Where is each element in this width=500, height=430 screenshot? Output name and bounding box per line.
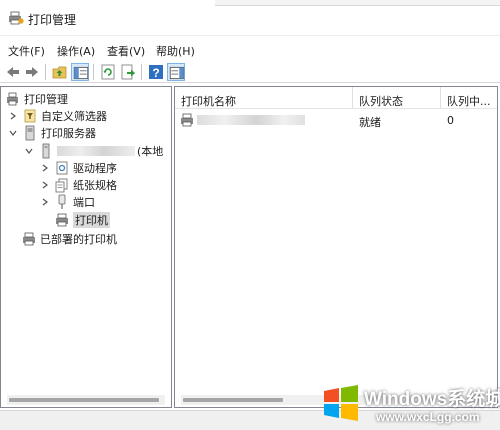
tree-item-label: 纸张规格: [73, 178, 117, 192]
export-icon[interactable]: [119, 63, 137, 81]
chevron-right-icon[interactable]: [39, 162, 51, 174]
column-header-queue-status[interactable]: 队列状态: [353, 87, 441, 109]
menu-action[interactable]: 操作(A): [55, 42, 97, 60]
menu-bar: 文件(F) 操作(A) 查看(V) 帮助(H): [0, 40, 500, 60]
tree-item-printers[interactable]: 打印机: [54, 211, 110, 228]
tree-item-custom-filters[interactable]: 自定义筛选器: [7, 107, 107, 124]
toolbar-separator: [141, 64, 142, 80]
forward-icon[interactable]: [23, 63, 41, 81]
local-server-suffix: (本地: [137, 144, 164, 158]
chevron-right-icon[interactable]: [7, 110, 19, 122]
tree-item-label: 已部署的打印机: [40, 232, 117, 246]
tree-item-root[interactable]: 打印管理: [5, 90, 68, 107]
tree-item-deployed-printers[interactable]: 已部署的打印机: [21, 230, 117, 247]
windows-logo-icon: [322, 384, 360, 422]
background-window-edge: [215, 0, 500, 6]
queue-status-cell: 就绪: [359, 116, 381, 129]
tree-item-label: 打印机: [73, 211, 110, 228]
watermark-brand: Windows系统城: [364, 389, 500, 410]
printer-icon: [54, 212, 70, 228]
tree-item-forms[interactable]: 纸张规格: [39, 176, 117, 193]
redacted-printer-name: [197, 115, 305, 125]
title-bar: 打印管理: [0, 0, 500, 36]
toolbar-separator: [93, 64, 94, 80]
refresh-icon[interactable]: [99, 63, 117, 81]
svg-text:?: ?: [152, 66, 159, 80]
back-icon[interactable]: [4, 63, 22, 81]
tree-item-label: 打印服务器: [41, 126, 96, 140]
tree-item-print-servers[interactable]: 打印服务器: [7, 124, 96, 141]
server-icon: [38, 143, 54, 159]
table-row[interactable]: 就绪 0: [175, 111, 497, 129]
menu-file[interactable]: 文件(F): [6, 42, 47, 60]
column-header-jobs-in-queue[interactable]: 队列中...: [441, 87, 497, 109]
toolbar-separator: [45, 64, 46, 80]
tree-item-label: 打印管理: [24, 92, 68, 106]
jobs-count-cell: 0: [447, 114, 454, 127]
watermark: Windows系统城 www.wxcLgg.com: [318, 378, 500, 430]
chevron-right-icon[interactable]: [39, 196, 51, 208]
tree-item-drivers[interactable]: 驱动程序: [39, 159, 117, 176]
navigation-tree[interactable]: 打印管理 自定义筛选器 打印服务器 (本地 驱动程序 纸张规格 端口 打印机 已…: [0, 86, 172, 408]
chevron-down-icon[interactable]: [7, 127, 19, 139]
watermark-url: www.wxcLgg.com: [376, 410, 480, 424]
tree-item-label: 驱动程序: [73, 161, 117, 175]
print-management-app-icon: [8, 11, 24, 25]
redacted-server-name: [57, 145, 135, 156]
tree-horizontal-scrollbar[interactable]: [7, 395, 165, 405]
menu-help[interactable]: 帮助(H): [154, 42, 197, 60]
scrollbar-thumb[interactable]: [183, 398, 283, 402]
tree-item-label: 端口: [73, 195, 95, 209]
up-folder-icon[interactable]: [51, 63, 69, 81]
chevron-right-icon[interactable]: [39, 179, 51, 191]
scrollbar-thumb[interactable]: [9, 398, 159, 402]
show-action-pane-icon[interactable]: [167, 63, 185, 81]
server-group-icon: [22, 125, 38, 141]
driver-icon: [54, 160, 70, 176]
column-header-printer-name[interactable]: 打印机名称: [175, 87, 353, 109]
port-icon: [54, 194, 70, 210]
forms-icon: [54, 177, 70, 193]
printer-list[interactable]: 打印机名称 队列状态 队列中... 就绪 0: [174, 86, 498, 408]
printer-icon: [179, 112, 195, 128]
window-title: 打印管理: [28, 13, 77, 27]
chevron-down-icon[interactable]: [23, 145, 35, 157]
tree-item-ports[interactable]: 端口: [39, 193, 95, 210]
toolbar: ?: [0, 61, 500, 83]
filter-icon: [22, 108, 38, 124]
print-management-icon: [5, 91, 21, 107]
tree-item-local-server[interactable]: (本地: [23, 142, 163, 159]
help-icon[interactable]: ?: [147, 63, 165, 81]
deployed-printer-icon: [21, 231, 37, 247]
menu-view[interactable]: 查看(V): [105, 42, 147, 60]
tree-item-label: 自定义筛选器: [41, 109, 107, 123]
show-hide-tree-icon[interactable]: [71, 63, 89, 81]
